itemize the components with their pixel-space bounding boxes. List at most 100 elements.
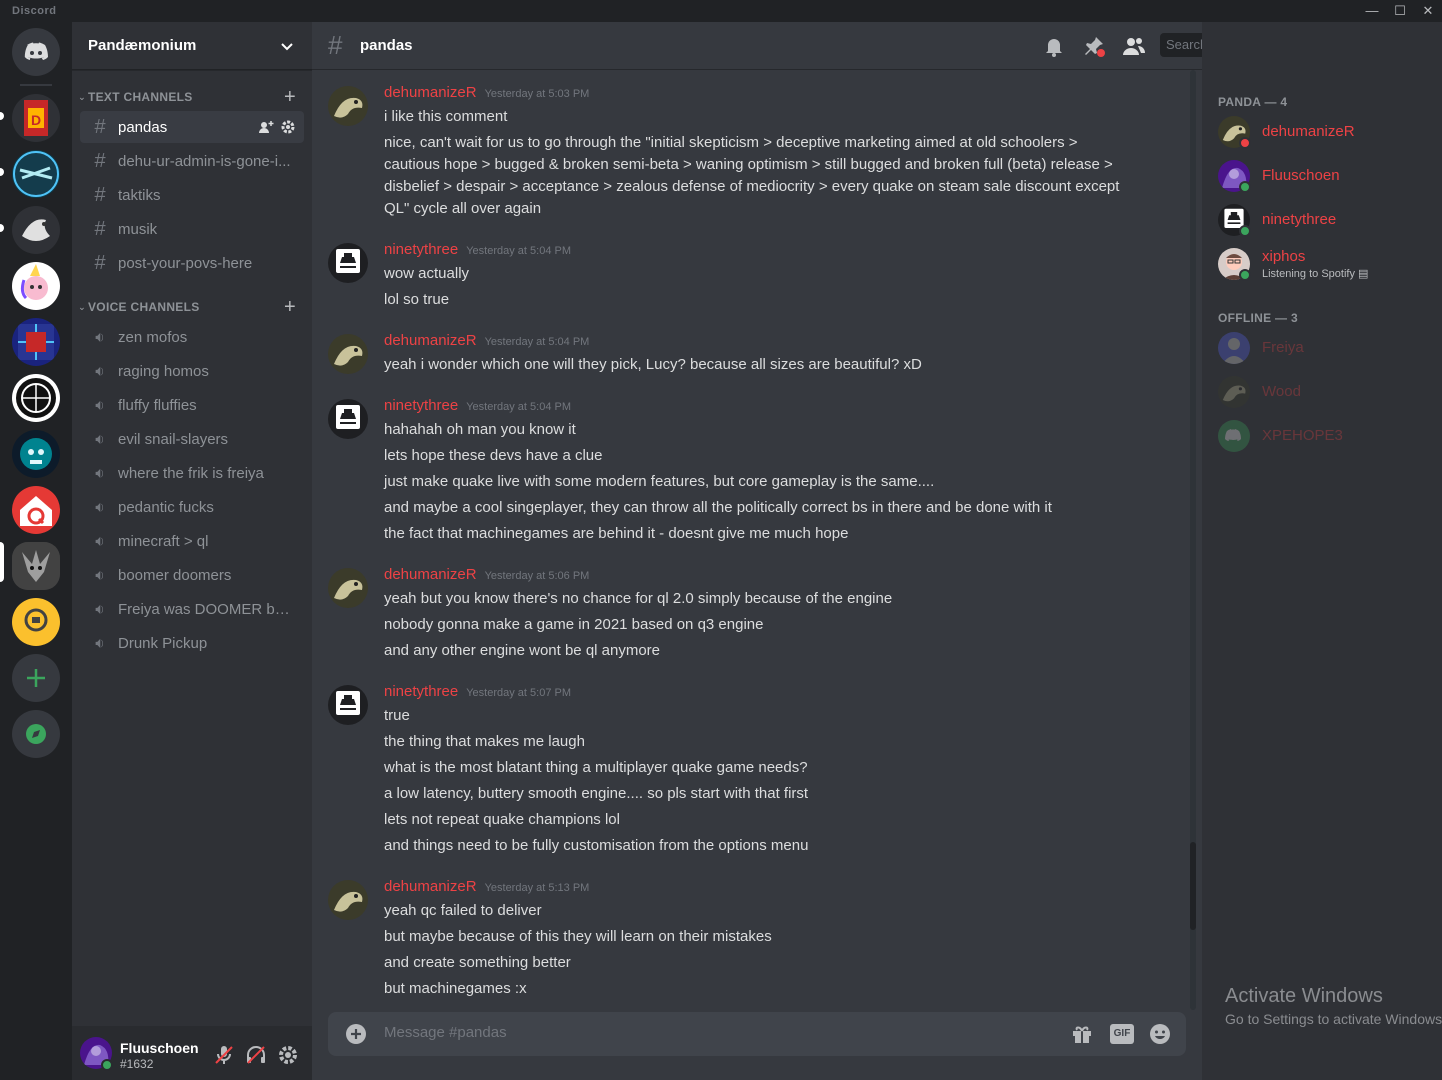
server-icon-2[interactable] <box>12 150 60 198</box>
message-avatar[interactable] <box>328 568 368 608</box>
message-text: and maybe a cool singeplayer, they can t… <box>384 499 1052 516</box>
plus-icon <box>27 669 45 687</box>
lizard-avatar-icon <box>328 880 368 920</box>
pin-icon[interactable] <box>1082 34 1106 58</box>
scrollbar-thumb[interactable] <box>1190 842 1196 930</box>
member-group-offline: OFFLINE — 3 <box>1218 311 1298 325</box>
message-text: and create something better <box>384 954 571 971</box>
category-label: TEXT CHANNELS <box>88 90 193 104</box>
server-icon-8[interactable] <box>12 486 60 534</box>
voice-channel[interactable]: 🔉︎ where the frik is freiya <box>80 457 304 489</box>
message-author[interactable]: dehumanizeR Yesterday at 5:03 PM <box>384 84 589 101</box>
channel-pandas[interactable]: # pandas <box>80 111 304 143</box>
activity-text: Listening to Spotify <box>1262 268 1355 280</box>
voice-channel[interactable]: 🔉︎ pedantic fucks <box>80 491 304 523</box>
invite-icon[interactable] <box>258 119 274 135</box>
message-text: the thing that makes me laugh <box>384 733 585 750</box>
attach-plus-icon[interactable] <box>344 1022 368 1046</box>
member-item[interactable]: Fluuschoen <box>1218 155 1434 197</box>
voice-channel[interactable]: 🔉︎ minecraft > ql <box>80 525 304 557</box>
speaker-icon: 🔉︎ <box>95 464 105 482</box>
message-author[interactable]: ninetythree Yesterday at 5:04 PM <box>384 397 571 414</box>
message-input-placeholder: Message #pandas <box>384 1024 507 1041</box>
member-item-offline[interactable]: Wood <box>1218 371 1434 413</box>
message-avatar[interactable] <box>328 399 368 439</box>
category-text-channels[interactable]: ⌄ TEXT CHANNELS + <box>76 86 308 109</box>
add-server-button[interactable] <box>12 654 60 702</box>
channel-taktiks[interactable]: # taktiks <box>80 179 304 211</box>
create-channel-icon[interactable]: + <box>284 296 296 319</box>
category-voice-channels[interactable]: ⌄ VOICE CHANNELS + <box>76 296 308 319</box>
server-icon-pandaemonium[interactable] <box>12 542 60 590</box>
maximize-button[interactable]: ☐ <box>1388 2 1412 20</box>
server-icon-7[interactable] <box>12 430 60 478</box>
settings-gear-icon[interactable] <box>276 1043 300 1067</box>
server-icon-3[interactable] <box>12 206 60 254</box>
member-item[interactable]: xiphos Listening to Spotify ▤ <box>1218 243 1434 285</box>
emblem-icon <box>16 378 56 418</box>
channel-name: post-your-povs-here <box>118 254 253 272</box>
bell-icon[interactable] <box>1042 34 1066 58</box>
channel-dehu[interactable]: # dehu-ur-admin-is-gone-i... <box>80 145 304 177</box>
message-text: QL" cycle all over again <box>384 200 542 217</box>
user-tag: #1632 <box>120 1057 154 1071</box>
voice-channel[interactable]: 🔉︎ boomer doomers <box>80 559 304 591</box>
member-item-offline[interactable]: Freiya <box>1218 327 1434 369</box>
member-item-offline[interactable]: XPEHOPE3 <box>1218 415 1434 457</box>
message-avatar[interactable] <box>328 334 368 374</box>
minimize-button[interactable]: — <box>1360 2 1384 20</box>
message-author[interactable]: dehumanizeR Yesterday at 5:06 PM <box>384 566 589 583</box>
message-avatar[interactable] <box>328 880 368 920</box>
server-icon-10[interactable] <box>12 598 60 646</box>
emoji-icon[interactable] <box>1148 1022 1172 1046</box>
compass-icon <box>26 724 46 744</box>
message-author[interactable]: ninetythree Yesterday at 5:07 PM <box>384 683 571 700</box>
channel-post-your-povs[interactable]: # post-your-povs-here <box>80 247 304 279</box>
server-logo-icon: D <box>24 100 48 136</box>
voice-channel[interactable]: 🔉︎ raging homos <box>80 355 304 387</box>
app-brand: Discord <box>12 5 57 17</box>
headphones-deafened-icon[interactable] <box>244 1043 268 1067</box>
voice-channel[interactable]: 🔉︎ Drunk Pickup <box>80 627 304 659</box>
message-text: yeah but you know there's no chance for … <box>384 590 893 607</box>
voice-channel[interactable]: 🔉︎ evil snail-slayers <box>80 423 304 455</box>
channel-musik[interactable]: # musik <box>80 213 304 245</box>
message-author[interactable]: ninetythree Yesterday at 5:04 PM <box>384 241 571 258</box>
member-avatar <box>1218 332 1250 364</box>
speaker-icon: 🔉︎ <box>95 430 105 448</box>
message-composer[interactable]: Message #pandas GIF <box>328 1012 1186 1056</box>
message-timestamp: Yesterday at 5:03 PM <box>484 88 590 100</box>
microphone-muted-icon[interactable] <box>212 1043 236 1067</box>
create-channel-icon[interactable]: + <box>284 86 296 109</box>
message-text: what is the most blatant thing a multipl… <box>384 759 808 776</box>
gif-button[interactable]: GIF <box>1110 1024 1134 1044</box>
author-name: ninetythree <box>384 397 459 414</box>
message-avatar[interactable] <box>328 86 368 126</box>
gift-icon[interactable] <box>1070 1022 1094 1046</box>
explore-servers-button[interactable] <box>12 710 60 758</box>
member-list-icon[interactable] <box>1122 34 1146 58</box>
spotify-icon: ▤ <box>1358 268 1369 280</box>
server-icon-1[interactable]: D <box>12 94 60 142</box>
member-item[interactable]: dehumanizeR <box>1218 111 1434 153</box>
close-button[interactable]: ✕ <box>1416 2 1440 20</box>
voice-channel[interactable]: 🔉︎ Freiya was DOOMER bef... <box>80 593 304 625</box>
text-channel-icon: # <box>94 183 106 206</box>
gear-icon[interactable] <box>280 119 296 135</box>
message-avatar[interactable] <box>328 243 368 283</box>
hat-badge-avatar-icon <box>328 399 368 439</box>
home-button[interactable] <box>12 28 60 76</box>
member-item[interactable]: ninetythree <box>1218 199 1434 241</box>
lizard-avatar-icon <box>328 86 368 126</box>
message-author[interactable]: dehumanizeR Yesterday at 5:04 PM <box>384 332 589 349</box>
server-icon-6[interactable] <box>12 374 60 422</box>
server-header[interactable]: Pandæmonium <box>72 22 312 70</box>
dnd-status-icon <box>1239 137 1251 149</box>
voice-channel[interactable]: 🔉︎ fluffy fluffies <box>80 389 304 421</box>
server-icon-4[interactable] <box>12 262 60 310</box>
server-icon-5[interactable] <box>12 318 60 366</box>
message-text: lets not repeat quake champions lol <box>384 811 620 828</box>
voice-channel[interactable]: 🔉︎ zen mofos <box>80 321 304 353</box>
message-avatar[interactable] <box>328 685 368 725</box>
message-author[interactable]: dehumanizeR Yesterday at 5:13 PM <box>384 878 589 895</box>
